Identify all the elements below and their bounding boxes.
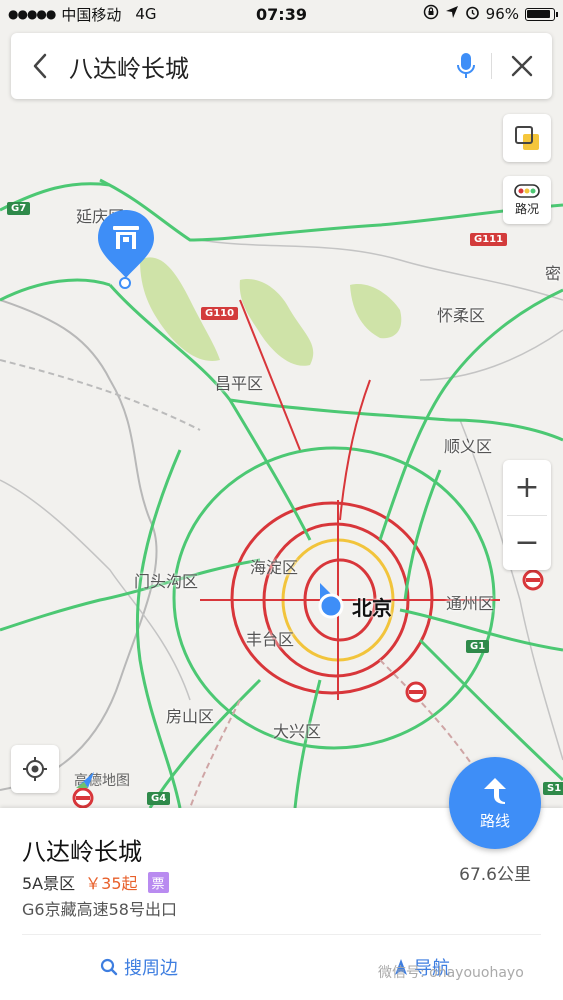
highway: [403, 469, 442, 601]
ticket-badge[interactable]: 票: [147, 871, 169, 893]
alarm-icon: [465, 5, 480, 24]
battery-icon: [525, 7, 558, 21]
poi-pin-marker[interactable]: [96, 208, 156, 288]
road-shield-g110: G110: [201, 307, 239, 320]
poi-distance: 67.6公里: [459, 865, 531, 885]
amap-logo-icon: [76, 772, 94, 788]
road-shield-g4: G4: [147, 792, 171, 805]
traffic-label: 路况: [514, 201, 539, 216]
map-label-daxing: 大兴区: [273, 722, 322, 741]
map-label-shunyi: 顺义区: [444, 437, 493, 456]
search-input[interactable]: 八达岭长城: [69, 49, 441, 84]
layers-icon: [515, 126, 539, 150]
road-shield-s1: S1: [543, 782, 563, 795]
poi-price: ￥35起: [85, 874, 138, 893]
route-button[interactable]: 路线: [449, 757, 541, 849]
map-label-mentougou: 门头沟区: [134, 572, 199, 591]
back-button[interactable]: [11, 33, 69, 99]
chevron-left-icon: [33, 53, 47, 79]
crosshair-icon: [23, 757, 47, 781]
poi-name: 八达岭长城: [22, 838, 142, 866]
highway: [148, 678, 262, 808]
carrier-name: 中国移动: [61, 5, 122, 24]
zoom-in-button[interactable]: +: [503, 460, 551, 515]
map-layers-button[interactable]: [503, 114, 551, 162]
wechat-watermark: 微信号: ohayouohayo: [378, 965, 524, 981]
network-type: 4G: [135, 5, 157, 23]
zoom-controls: + −: [503, 460, 551, 570]
road-shield-g7: G7: [7, 202, 31, 215]
map-label-tongzhou: 通州区: [446, 594, 495, 613]
road-shield-g111: G111: [470, 233, 508, 246]
search-nearby-label: 搜周边: [124, 958, 178, 979]
user-location-dot: [318, 593, 344, 619]
search-icon: [100, 958, 118, 976]
highway: [229, 398, 563, 442]
highway: [0, 558, 261, 632]
rotation-lock-icon: [423, 4, 439, 24]
panel-divider: [22, 934, 541, 935]
highway: [99, 178, 563, 242]
voice-search-button[interactable]: [441, 33, 491, 99]
map-label-haidian: 海淀区: [250, 558, 299, 577]
zoom-out-button[interactable]: −: [503, 515, 551, 570]
park-area: [239, 279, 314, 366]
road-shield-g1: G1: [466, 640, 490, 653]
map-label-beijing: 北京: [352, 596, 392, 620]
map-view[interactable]: 延庆区 怀柔区 昌平区 顺义区 海淀区 北京 门头沟区 丰台区 通州区 房山区 …: [0, 0, 563, 808]
map-label-changping: 昌平区: [215, 374, 264, 393]
poi-meta: 5A景区 ￥35起 票: [22, 870, 169, 894]
map-roads: [0, 178, 563, 808]
route-label: 路线: [479, 811, 510, 830]
route-arrow-icon: [484, 777, 506, 804]
map-label-mi: 密: [545, 264, 562, 283]
signal-strength-icon: ●●●●●: [8, 7, 56, 21]
traffic-light-icon: [514, 183, 540, 198]
location-arrow-icon: [445, 5, 459, 23]
search-nearby-button[interactable]: 搜周边: [100, 954, 178, 980]
microphone-icon: [457, 53, 475, 78]
status-time: 07:39: [256, 4, 307, 24]
battery-percent: 96%: [485, 5, 519, 23]
my-location-button[interactable]: [11, 745, 59, 793]
amap-logo: 高德地图: [74, 770, 130, 790]
close-icon: [511, 55, 533, 77]
railway: [0, 359, 201, 431]
poi-address: G6京藏高速58号出口: [22, 900, 177, 919]
traffic-toggle-button[interactable]: 路况: [503, 176, 551, 224]
highway: [0, 278, 111, 302]
clear-search-button[interactable]: [492, 33, 552, 99]
district-boundary: [0, 299, 158, 791]
status-bar: ●●●●● 中国移动 4G 07:39 96%: [0, 0, 563, 28]
poi-category: 5A景区: [22, 874, 76, 893]
search-bar[interactable]: 八达岭长城: [11, 33, 552, 99]
park-area: [350, 284, 402, 339]
map-label-huairou: 怀柔区: [437, 306, 486, 325]
map-label-fengtai: 丰台区: [246, 630, 295, 649]
map-label-fangshan: 房山区: [166, 707, 215, 726]
